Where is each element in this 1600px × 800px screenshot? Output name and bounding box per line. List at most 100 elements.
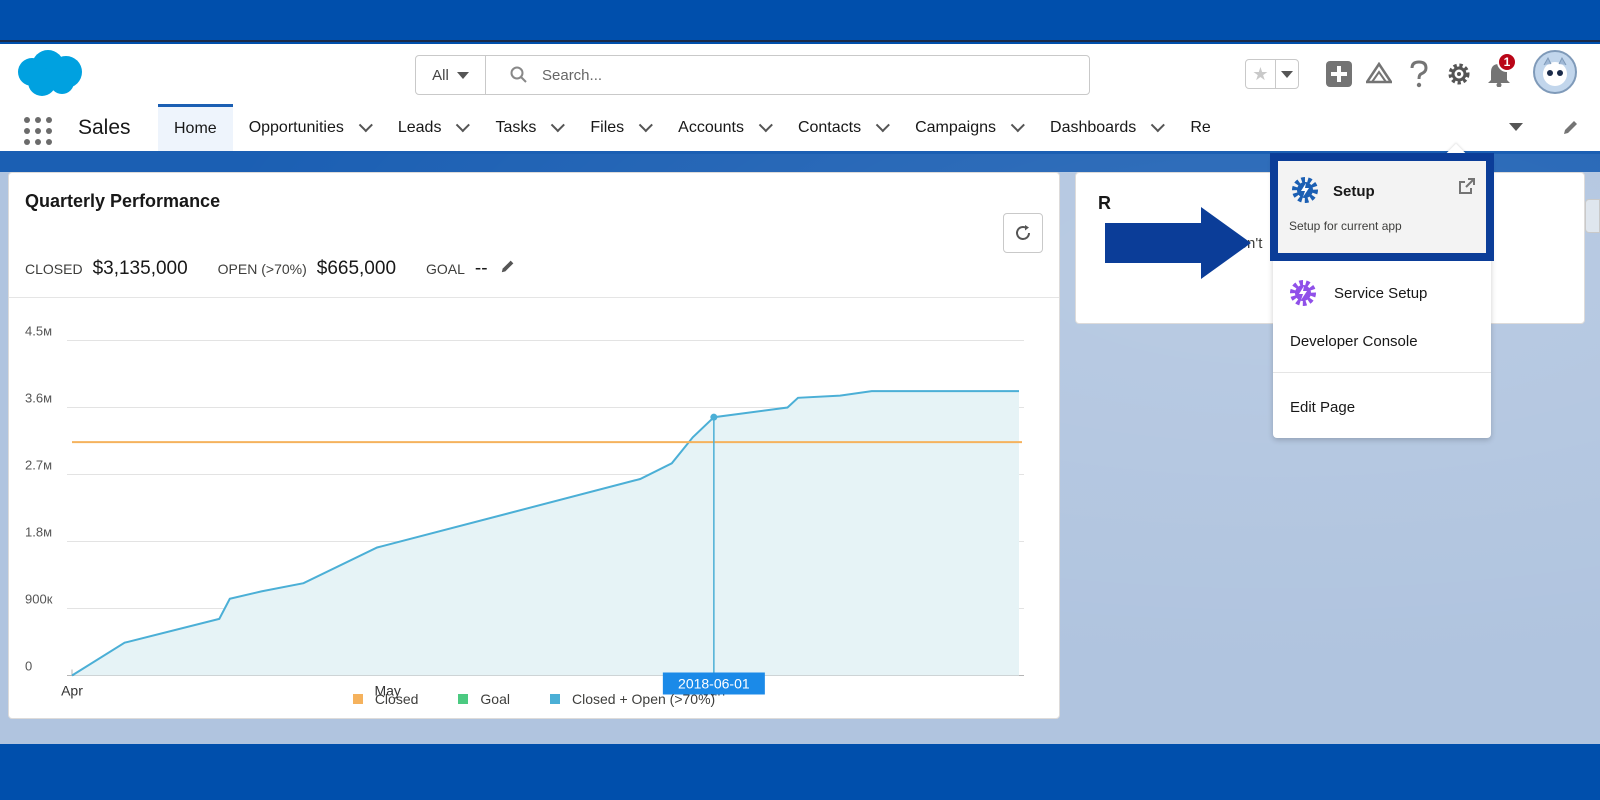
search-input[interactable]: Search...: [486, 56, 1089, 94]
tab-reports[interactable]: Re: [1174, 104, 1224, 151]
edit-nav-pencil-icon[interactable]: [1562, 118, 1580, 141]
nav-tabs: Home Opportunities Leads Tasks Files Acc…: [158, 104, 1225, 151]
user-avatar[interactable]: [1533, 50, 1577, 94]
refresh-icon: [1016, 225, 1030, 240]
tab-label: Opportunities: [248, 118, 344, 136]
chevron-down-icon[interactable]: [875, 117, 890, 132]
card-title: Quarterly Performance: [25, 191, 221, 211]
open-value: $665,000: [316, 258, 397, 279]
edit-goal-pencil-icon[interactable]: [500, 258, 516, 277]
bottom-frame-band: [0, 744, 1600, 800]
chevron-down-icon[interactable]: [1151, 117, 1166, 132]
data-point[interactable]: [710, 413, 718, 421]
y-tick-label: 3.6м: [25, 391, 52, 406]
tab-label: Tasks: [495, 118, 537, 136]
chevron-down-icon[interactable]: [358, 117, 373, 132]
trailhead-button[interactable]: [1359, 54, 1399, 94]
search-placeholder: Search...: [542, 66, 603, 84]
edit-page-menu-item[interactable]: Edit Page: [1290, 399, 1355, 416]
global-actions-button[interactable]: [1319, 54, 1359, 94]
chevron-down-icon[interactable]: [551, 117, 566, 132]
legend-closed-open[interactable]: Closed + Open (>70%): [549, 691, 716, 707]
series-area-closed-open: [72, 391, 1019, 676]
chevron-down-icon[interactable]: [1010, 117, 1025, 132]
search-scope-dropdown[interactable]: All: [416, 56, 486, 94]
open-label: OPEN (>70%): [217, 261, 307, 277]
external-link-icon[interactable]: [1458, 177, 1476, 195]
legend-swatch-goal: [458, 694, 469, 704]
setup-label: Setup: [1333, 183, 1375, 200]
refresh-button[interactable]: [1003, 213, 1043, 253]
legend-closed[interactable]: Closed: [352, 691, 419, 707]
global-search: All Search...: [415, 55, 1090, 95]
divider: [9, 297, 1059, 298]
service-setup-label: Service Setup: [1334, 284, 1428, 302]
tab-files[interactable]: Files: [574, 104, 662, 151]
caret-down-icon: [1281, 70, 1293, 78]
salesforce-app: All Search... ★ 1 Sales Home Opportuniti…: [0, 44, 1600, 744]
y-tick-label: 900к: [25, 592, 53, 607]
menu-divider: [1273, 372, 1491, 373]
tab-label: Files: [590, 118, 625, 136]
tab-contacts[interactable]: Contacts: [782, 104, 899, 151]
tab-accounts[interactable]: Accounts: [662, 104, 782, 151]
trailhead-icon: [1366, 62, 1392, 84]
setup-gear-button[interactable]: [1439, 54, 1479, 94]
closed-label: CLOSED: [25, 261, 83, 277]
chevron-down-icon[interactable]: [758, 117, 773, 132]
search-icon: [510, 66, 527, 83]
y-tick-label: 1.8м: [25, 525, 52, 540]
app-launcher-icon[interactable]: [24, 117, 52, 145]
question-icon: [1410, 60, 1428, 88]
favorites-button[interactable]: ★: [1245, 59, 1299, 89]
app-name: Sales: [78, 116, 131, 139]
tooltip-date-label: 2018-06-01: [678, 676, 750, 692]
legend-swatch-closed-open: [549, 694, 560, 704]
legend-swatch-closed: [352, 694, 363, 704]
service-setup-menu-item[interactable]: Service Setup: [1288, 278, 1427, 308]
app-navigation-bar: Sales Home Opportunities Leads Tasks Fil…: [0, 104, 1600, 154]
legend-goal[interactable]: Goal: [458, 691, 510, 707]
search-scope-label: All: [432, 66, 449, 84]
tab-tasks[interactable]: Tasks: [479, 104, 574, 151]
legend-label: Goal: [480, 691, 510, 707]
tab-label: Re: [1190, 118, 1211, 136]
help-button[interactable]: [1399, 54, 1439, 94]
tutorial-arrow-icon: [1105, 207, 1251, 279]
more-tabs-caret-icon[interactable]: [1509, 123, 1523, 131]
side-panel-toggle[interactable]: [1585, 199, 1600, 233]
favorites-list-button[interactable]: [1276, 60, 1298, 88]
global-header: All Search... ★ 1: [0, 44, 1600, 104]
developer-console-menu-item[interactable]: Developer Console: [1290, 333, 1418, 350]
legend-label: Closed: [374, 691, 419, 707]
goal-value: --: [474, 258, 488, 279]
tab-label: Campaigns: [915, 118, 997, 136]
tab-label: Leads: [397, 118, 442, 136]
setup-menu: Setup Setup for current app Service Setu…: [1270, 153, 1494, 438]
astro-avatar-icon: [1543, 56, 1567, 86]
quarterly-performance-chart: 0900к1.8м2.7м3.6м4.5мAprMayJun2018-06-01: [25, 324, 1024, 699]
tab-dashboards[interactable]: Dashboards: [1034, 104, 1174, 151]
notification-count-badge: 1: [1497, 52, 1517, 72]
goal-label: GOAL: [426, 261, 465, 277]
caret-down-icon: [456, 71, 469, 79]
tab-campaigns[interactable]: Campaigns: [899, 104, 1034, 151]
legend-label: Closed + Open (>70%): [571, 691, 716, 707]
tab-opportunities[interactable]: Opportunities: [233, 104, 382, 151]
tab-leads[interactable]: Leads: [382, 104, 480, 151]
salesforce-logo-icon[interactable]: [12, 48, 86, 100]
star-icon[interactable]: ★: [1246, 60, 1276, 88]
tab-label: Accounts: [678, 118, 744, 136]
chart-legend: Closed Goal Closed + Open (>70%): [9, 691, 1059, 707]
service-setup-gear-icon: [1290, 280, 1316, 306]
tab-label: Home: [174, 120, 217, 137]
chevron-down-icon[interactable]: [456, 117, 471, 132]
setup-menu-item[interactable]: Setup Setup for current app: [1270, 153, 1494, 261]
y-tick-label: 2.7м: [25, 458, 52, 473]
tab-home[interactable]: Home: [158, 104, 233, 151]
chevron-down-icon[interactable]: [638, 117, 654, 132]
performance-metrics: CLOSED $3,135,000 OPEN (>70%) $665,000 G…: [25, 258, 516, 280]
y-tick-label: 0: [25, 659, 32, 674]
top-frame-band: [0, 0, 1600, 42]
add-icon: [1326, 61, 1352, 87]
